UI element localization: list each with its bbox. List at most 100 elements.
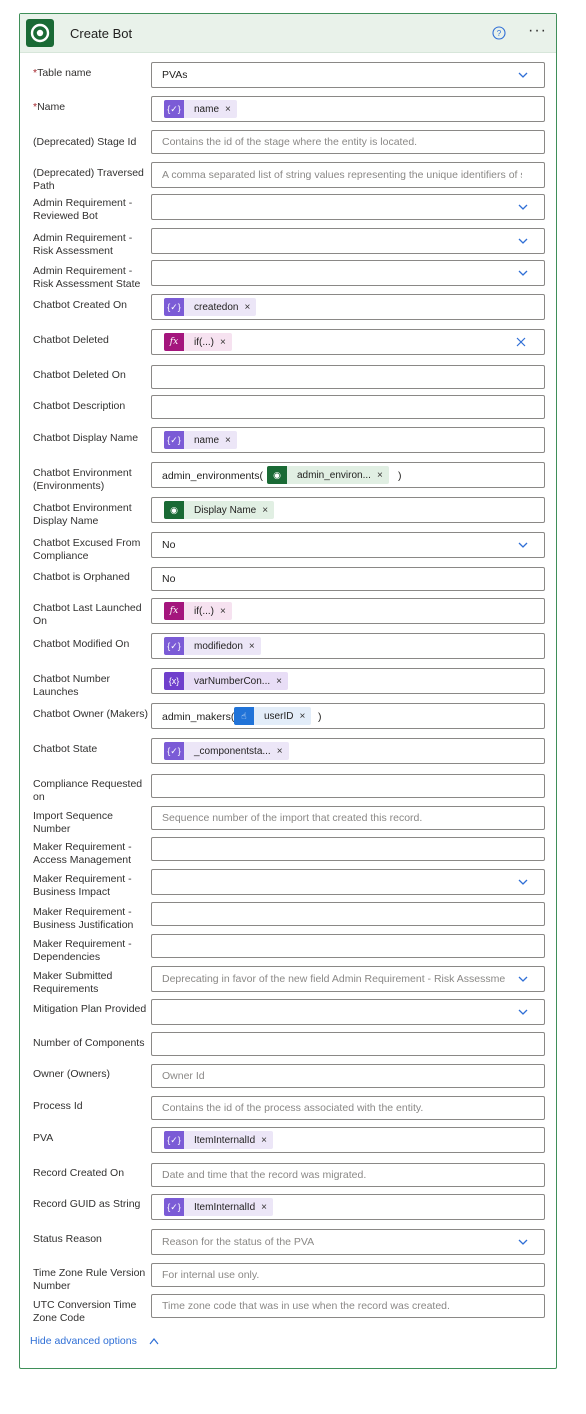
- deprecated-path-input[interactable]: A comma separated list of string values …: [151, 162, 545, 188]
- process-input[interactable]: Contains the id of the process associate…: [151, 1096, 545, 1120]
- label-excused: Chatbot Excused From Compliance: [33, 537, 141, 562]
- dynamic-content-token[interactable]: ◉ admin_environ... ×: [267, 466, 389, 484]
- remove-token-icon[interactable]: ×: [220, 337, 226, 348]
- owner-id-input[interactable]: Owner Id: [151, 1064, 545, 1088]
- pva-field[interactable]: {✓} ItemInternalId ×: [151, 1127, 545, 1153]
- maker-access-input[interactable]: [151, 837, 545, 861]
- deleted-on-input[interactable]: [151, 365, 545, 389]
- label-name: *Name: [33, 101, 66, 113]
- deleted-field[interactable]: fx if(...) ×: [151, 329, 545, 355]
- more-horizontal-icon[interactable]: ···: [528, 22, 547, 40]
- table-name-dropdown[interactable]: PVAs: [151, 62, 545, 88]
- label-admin-risk: Admin Requirement - Risk Assessment: [33, 232, 133, 257]
- admin-risk-state-dropdown[interactable]: [151, 260, 545, 286]
- label-maker-dependencies: Maker Requirement - Dependencies: [33, 938, 132, 963]
- card-title: Create Bot: [70, 26, 133, 41]
- last-launched-field[interactable]: fx if(...) ×: [151, 598, 545, 624]
- function-icon: fx: [164, 333, 184, 351]
- label-tz-rule: Time Zone Rule Version Number: [33, 1267, 146, 1292]
- dynamic-content-token[interactable]: {✓} createdon ×: [164, 298, 257, 316]
- label-import-seq: Import Sequence Number: [33, 810, 113, 835]
- chevron-up-icon[interactable]: [149, 1337, 159, 1345]
- label-compliance: Compliance Requested on: [33, 778, 143, 803]
- remove-token-icon[interactable]: ×: [377, 470, 383, 481]
- remove-token-icon[interactable]: ×: [261, 1135, 267, 1146]
- clear-icon[interactable]: [516, 337, 526, 347]
- label-maker-impact: Maker Requirement - Business Impact: [33, 873, 132, 898]
- admin-reviewed-dropdown[interactable]: [151, 194, 545, 220]
- label-description: Chatbot Description: [33, 400, 126, 412]
- tz-rule-input[interactable]: For internal use only.: [151, 1263, 545, 1287]
- label-env-display: Chatbot Environment Display Name: [33, 502, 132, 527]
- environment-field[interactable]: admin_environments( ◉ admin_environ... × …: [151, 462, 545, 488]
- admin-risk-dropdown[interactable]: [151, 228, 545, 254]
- remove-token-icon[interactable]: ×: [244, 302, 250, 313]
- record-guid-field[interactable]: {✓} ItemInternalId ×: [151, 1194, 545, 1220]
- remove-token-icon[interactable]: ×: [225, 104, 231, 115]
- dynamic-content-token[interactable]: {✓} _componentsta... ×: [164, 742, 289, 760]
- variable-icon: {x}: [164, 672, 184, 690]
- dynamic-content-token[interactable]: {✓} ItemInternalId ×: [164, 1131, 273, 1149]
- label-mitigation: Mitigation Plan Provided: [33, 1003, 147, 1015]
- svg-text:?: ?: [497, 29, 502, 38]
- excused-dropdown[interactable]: No: [151, 532, 545, 558]
- label-pva: PVA: [33, 1132, 54, 1144]
- compliance-input[interactable]: [151, 774, 545, 798]
- created-on-field[interactable]: {✓} createdon ×: [151, 294, 545, 320]
- components-input[interactable]: [151, 1032, 545, 1056]
- dynamic-content-token[interactable]: ◉ Display Name ×: [164, 501, 275, 519]
- function-icon: fx: [164, 602, 184, 620]
- variable-icon: {✓}: [164, 742, 184, 760]
- maker-dependencies-input[interactable]: [151, 934, 545, 958]
- remove-token-icon[interactable]: ×: [299, 711, 305, 722]
- remove-token-icon[interactable]: ×: [261, 1202, 267, 1213]
- maker-submitted-dropdown[interactable]: Deprecating in favor of the new field Ad…: [151, 966, 545, 992]
- display-name-field[interactable]: {✓} name ×: [151, 427, 545, 453]
- variable-token[interactable]: {x} varNumberCon... ×: [164, 672, 288, 690]
- remove-token-icon[interactable]: ×: [262, 505, 268, 516]
- dynamic-content-token[interactable]: {✓} ItemInternalId ×: [164, 1198, 273, 1216]
- utc-tz-input[interactable]: Time zone code that was in use when the …: [151, 1294, 545, 1318]
- deprecated-stage-input[interactable]: Contains the id of the stage where the e…: [151, 130, 545, 154]
- mitigation-dropdown[interactable]: [151, 999, 545, 1025]
- expression-token[interactable]: fx if(...) ×: [164, 602, 232, 620]
- label-owner: Chatbot Owner (Makers): [33, 708, 148, 720]
- dynamic-content-token[interactable]: ☝ userID ×: [234, 707, 312, 725]
- variable-icon: {✓}: [164, 637, 184, 655]
- chevron-down-icon: [518, 238, 528, 244]
- label-last-launched: Chatbot Last Launched On: [33, 602, 142, 627]
- status-reason-dropdown[interactable]: Reason for the status of the PVA: [151, 1229, 545, 1255]
- dynamic-content-token[interactable]: {✓} modifiedon ×: [164, 637, 261, 655]
- modified-on-field[interactable]: {✓} modifiedon ×: [151, 633, 545, 659]
- label-state: Chatbot State: [33, 743, 98, 755]
- expression-token[interactable]: fx if(...) ×: [164, 333, 232, 351]
- dynamic-content-token[interactable]: {✓} name ×: [164, 431, 237, 449]
- dynamic-content-token[interactable]: {✓} name ×: [164, 100, 237, 118]
- label-maker-justification: Maker Requirement - Business Justificati…: [33, 906, 134, 931]
- label-launches: Chatbot Number Launches: [33, 673, 111, 698]
- hide-advanced-options-link[interactable]: Hide advanced options: [30, 1335, 137, 1347]
- remove-token-icon[interactable]: ×: [249, 641, 255, 652]
- record-created-input[interactable]: Date and time that the record was migrat…: [151, 1163, 545, 1187]
- launches-field[interactable]: {x} varNumberCon... ×: [151, 668, 545, 694]
- description-input[interactable]: [151, 395, 545, 419]
- owner-field[interactable]: admin_makers( ☝ userID × ): [151, 703, 545, 729]
- touch-icon: ☝: [234, 707, 254, 725]
- name-field[interactable]: {✓} name ×: [151, 96, 545, 122]
- help-circle-icon[interactable]: ?: [492, 26, 506, 40]
- remove-token-icon[interactable]: ×: [220, 606, 226, 617]
- remove-token-icon[interactable]: ×: [225, 435, 231, 446]
- maker-justification-input[interactable]: [151, 902, 545, 926]
- env-display-field[interactable]: ◉ Display Name ×: [151, 497, 545, 523]
- remove-token-icon[interactable]: ×: [276, 676, 282, 687]
- maker-impact-dropdown[interactable]: [151, 869, 545, 895]
- orphaned-input[interactable]: No: [151, 567, 545, 591]
- label-deprecated-stage: (Deprecated) Stage Id: [33, 136, 137, 148]
- card-header[interactable]: Create Bot ? ···: [20, 14, 556, 53]
- label-deprecated-path: (Deprecated) Traversed Path: [33, 167, 144, 192]
- import-seq-input[interactable]: Sequence number of the import that creat…: [151, 806, 545, 830]
- state-field[interactable]: {✓} _componentsta... ×: [151, 738, 545, 764]
- label-display-name: Chatbot Display Name: [33, 432, 139, 444]
- chevron-down-icon: [518, 976, 528, 982]
- remove-token-icon[interactable]: ×: [277, 746, 283, 757]
